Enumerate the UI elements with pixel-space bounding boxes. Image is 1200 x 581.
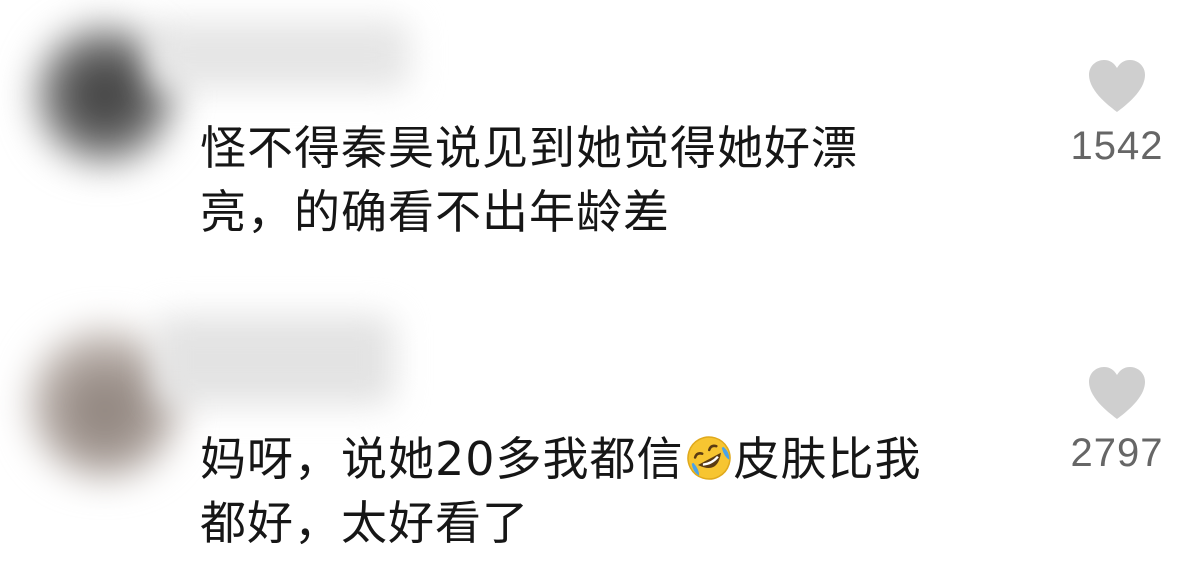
rolling-on-floor-laughing-icon (686, 436, 731, 480)
comment-text-line: 怪不得秦昊说见到她觉得她好漂 (200, 121, 858, 175)
like-count: 1542 (1070, 124, 1164, 168)
comment-item[interactable]: 妈呀，说她20多我都信 皮肤比我 都好，太好看了 2797 (0, 290, 1200, 581)
like-button[interactable]: 1542 (1062, 58, 1172, 169)
username-blurred[interactable] (155, 315, 395, 405)
heart-icon[interactable] (1086, 58, 1148, 114)
heart-icon[interactable] (1086, 365, 1148, 421)
comment-text-line: 妈呀，说她20多我都信 皮肤比我 (200, 427, 1030, 491)
comment-text: 妈呀，说她20多我都信 皮肤比我 都好，太好看了 (200, 427, 1030, 555)
comment-text-segment: 皮肤比我 (733, 432, 922, 486)
comment-text: 怪不得秦昊说见到她觉得她好漂 亮，的确看不出年龄差 (200, 116, 1030, 244)
comment-text-segment: 妈呀，说她20多我都信 (200, 432, 684, 486)
comment-text-line: 都好，太好看了 (200, 496, 529, 550)
like-button[interactable]: 2797 (1062, 365, 1172, 476)
username-blurred[interactable] (150, 20, 410, 90)
comment-item[interactable]: 怪不得秦昊说见到她觉得她好漂 亮，的确看不出年龄差 1542 (0, 0, 1200, 290)
like-count: 2797 (1070, 431, 1164, 475)
comment-text-line: 亮，的确看不出年龄差 (200, 185, 670, 239)
